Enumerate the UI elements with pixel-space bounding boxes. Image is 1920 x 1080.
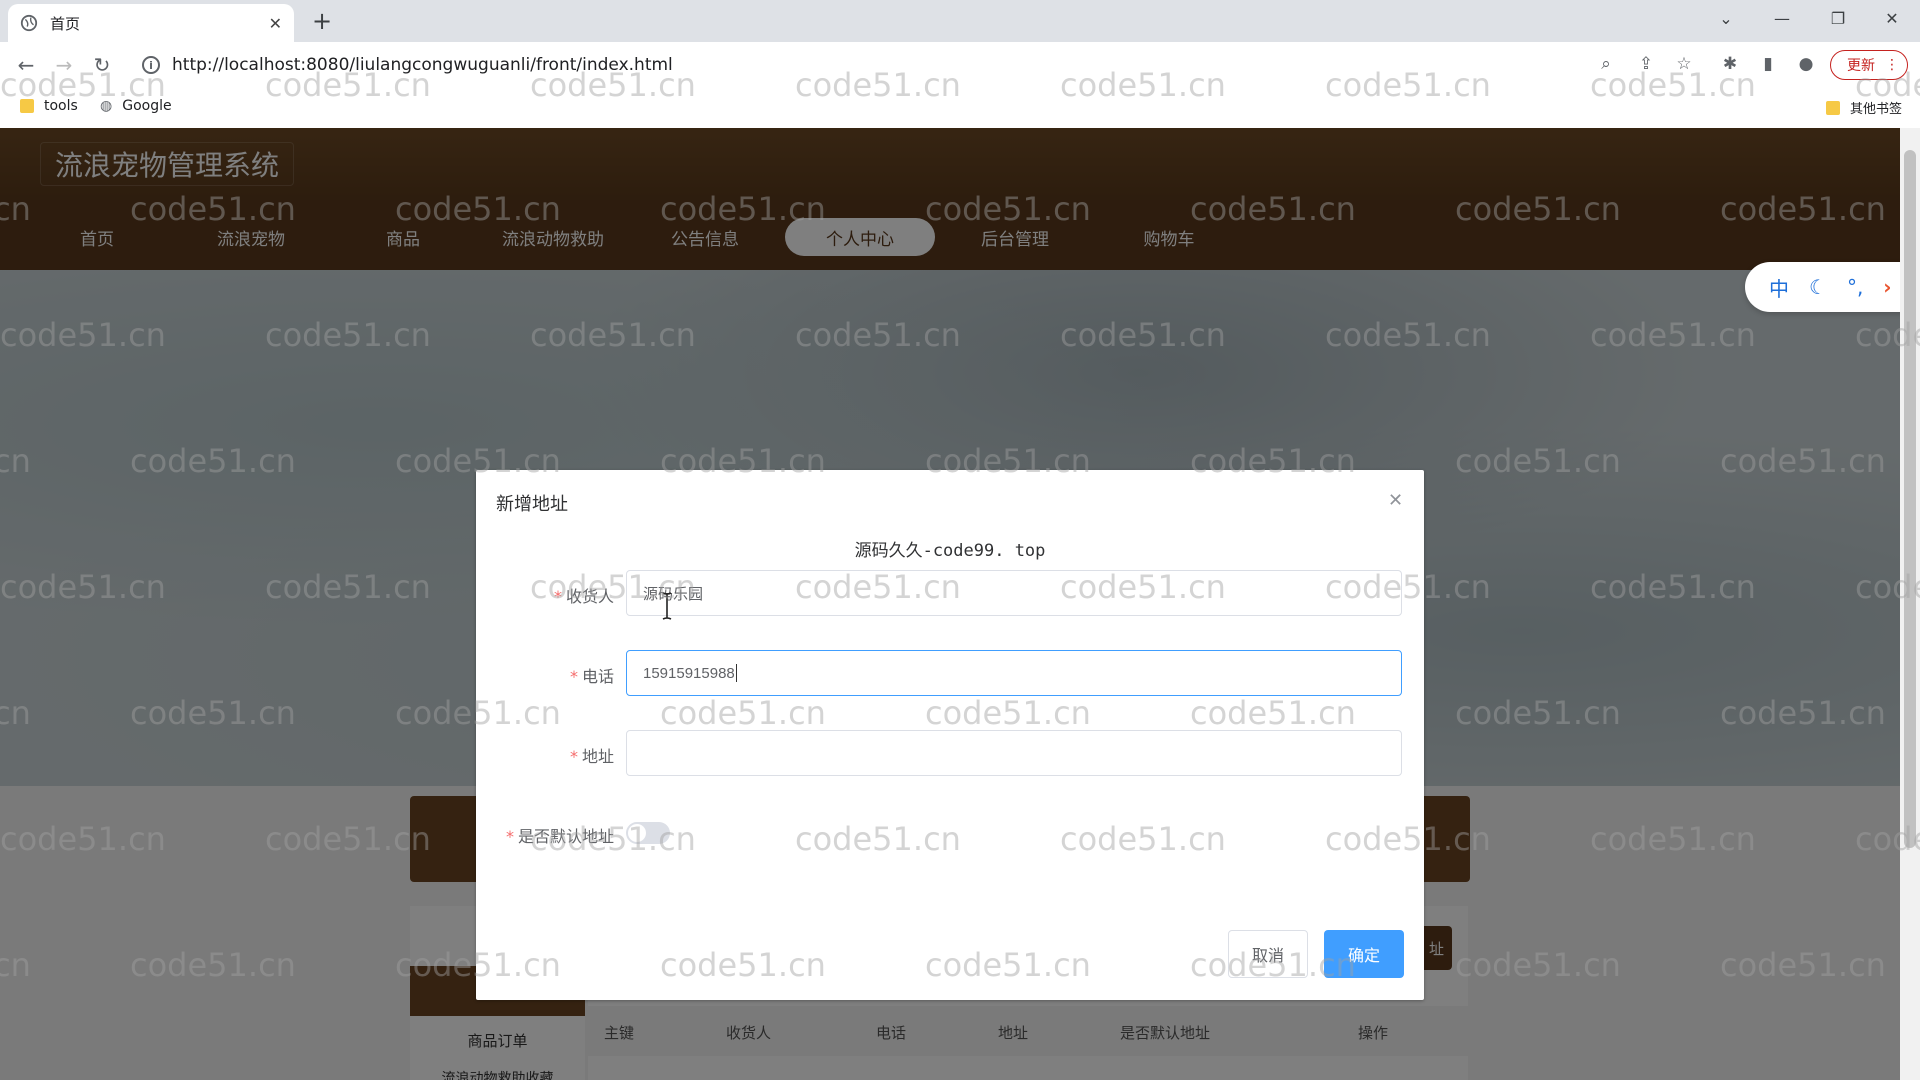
bookmarks-bar: tools ◍ Google 其他书签 xyxy=(0,88,1920,128)
form-row-address: * 地址 xyxy=(476,730,1424,776)
side-panel-icon[interactable]: ▮ xyxy=(1756,54,1780,76)
more-menu-icon: ⋮ xyxy=(1885,57,1899,73)
default-label: * 是否默认地址 xyxy=(505,827,614,846)
tab-search-chevron-icon[interactable]: ⌄ xyxy=(1698,0,1754,36)
other-bookmarks-label: 其他书签 xyxy=(1850,102,1903,117)
bookmark-label: Google xyxy=(122,98,172,114)
bookmark-label: tools xyxy=(44,98,78,114)
share-icon[interactable]: ⇪ xyxy=(1634,54,1658,76)
browser-tab[interactable]: 首页 ✕ xyxy=(8,4,294,42)
restore-icon[interactable]: ❐ xyxy=(1810,0,1866,36)
address-label: * 地址 xyxy=(569,747,614,766)
close-window-icon[interactable]: ✕ xyxy=(1864,0,1920,36)
receiver-input[interactable]: 源码乐园 xyxy=(626,570,1402,616)
form-row-phone: * 电话 15915915988 xyxy=(476,650,1424,696)
profile-icon[interactable]: ● xyxy=(1794,54,1818,76)
folder-icon xyxy=(1826,100,1840,115)
folder-icon xyxy=(20,99,34,113)
receiver-label: * 收货人 xyxy=(553,587,614,606)
minimize-icon[interactable]: — xyxy=(1754,0,1810,36)
language-toggle[interactable]: 中 xyxy=(1769,273,1789,302)
cancel-button[interactable]: 取消 xyxy=(1228,930,1308,978)
tab-close-icon[interactable]: ✕ xyxy=(269,14,282,33)
text-caret xyxy=(735,664,737,682)
extensions-icon[interactable]: ✱ xyxy=(1718,54,1742,76)
update-button[interactable]: 更新 ⋮ xyxy=(1830,50,1908,80)
address-bar[interactable]: i http://localhost:8080/liulangcongwugua… xyxy=(132,48,1592,82)
page-viewport: 流浪宠物管理系统 首页 流浪宠物 商品 流浪动物救助 公告信息 个人中心 后台管… xyxy=(0,128,1900,1080)
punctuation-toggle[interactable]: °, xyxy=(1847,275,1863,299)
browser-tab-bar: 首页 ✕ + ⌄ — ❐ ✕ xyxy=(0,0,1920,42)
add-address-dialog: 新增地址 ✕ 源码久久-code99. top * 收货人 源码乐园 * 电话 15… xyxy=(476,470,1424,1000)
browser-toolbar: ← → ↻ i http://localhost:8080/liulangcon… xyxy=(0,42,1920,88)
phone-input[interactable]: 15915915988 xyxy=(626,650,1402,696)
globe-icon: ◍ xyxy=(100,98,113,114)
form-row-receiver: * 收货人 源码乐园 xyxy=(476,570,1424,616)
bookmark-tools[interactable]: tools xyxy=(20,98,78,114)
phone-label: * 电话 xyxy=(569,667,614,686)
bookmark-google[interactable]: ◍ Google xyxy=(100,98,172,114)
dialog-subtitle: 源码久久-code99. top xyxy=(854,541,1046,561)
page-scrollbar[interactable] xyxy=(1900,128,1920,1080)
scrollbar-thumb[interactable] xyxy=(1904,150,1916,848)
translator-widget[interactable]: 中 ☾ °, › xyxy=(1745,262,1920,312)
close-icon[interactable]: ✕ xyxy=(1388,490,1403,511)
new-tab-icon[interactable]: + xyxy=(312,8,332,34)
globe-icon xyxy=(20,14,38,32)
dialog-title: 新增地址 xyxy=(496,494,568,515)
form-row-default: * 是否默认地址 xyxy=(476,810,1424,856)
site-info-icon[interactable]: i xyxy=(142,56,160,74)
default-address-switch[interactable] xyxy=(626,822,670,844)
moon-icon[interactable]: ☾ xyxy=(1809,275,1827,299)
zoom-icon[interactable]: ⌕ xyxy=(1594,54,1618,76)
url-text: http://localhost:8080/liulangcongwuguanl… xyxy=(172,55,673,75)
tab-title: 首页 xyxy=(50,14,81,33)
star-icon[interactable]: ☆ xyxy=(1672,54,1696,76)
address-input[interactable] xyxy=(626,730,1402,776)
other-bookmarks[interactable]: 其他书签 xyxy=(1826,98,1902,117)
confirm-button[interactable]: 确定 xyxy=(1324,930,1404,978)
back-icon[interactable]: ← xyxy=(10,50,42,80)
receiver-value: 源码乐园 xyxy=(643,585,704,603)
chevron-right-icon[interactable]: › xyxy=(1883,275,1891,299)
reload-icon[interactable]: ↻ xyxy=(86,50,118,80)
update-label: 更新 xyxy=(1847,58,1875,74)
text-cursor-icon xyxy=(662,592,672,620)
forward-icon[interactable]: → xyxy=(48,50,80,80)
phone-value: 15915915988 xyxy=(643,664,735,682)
